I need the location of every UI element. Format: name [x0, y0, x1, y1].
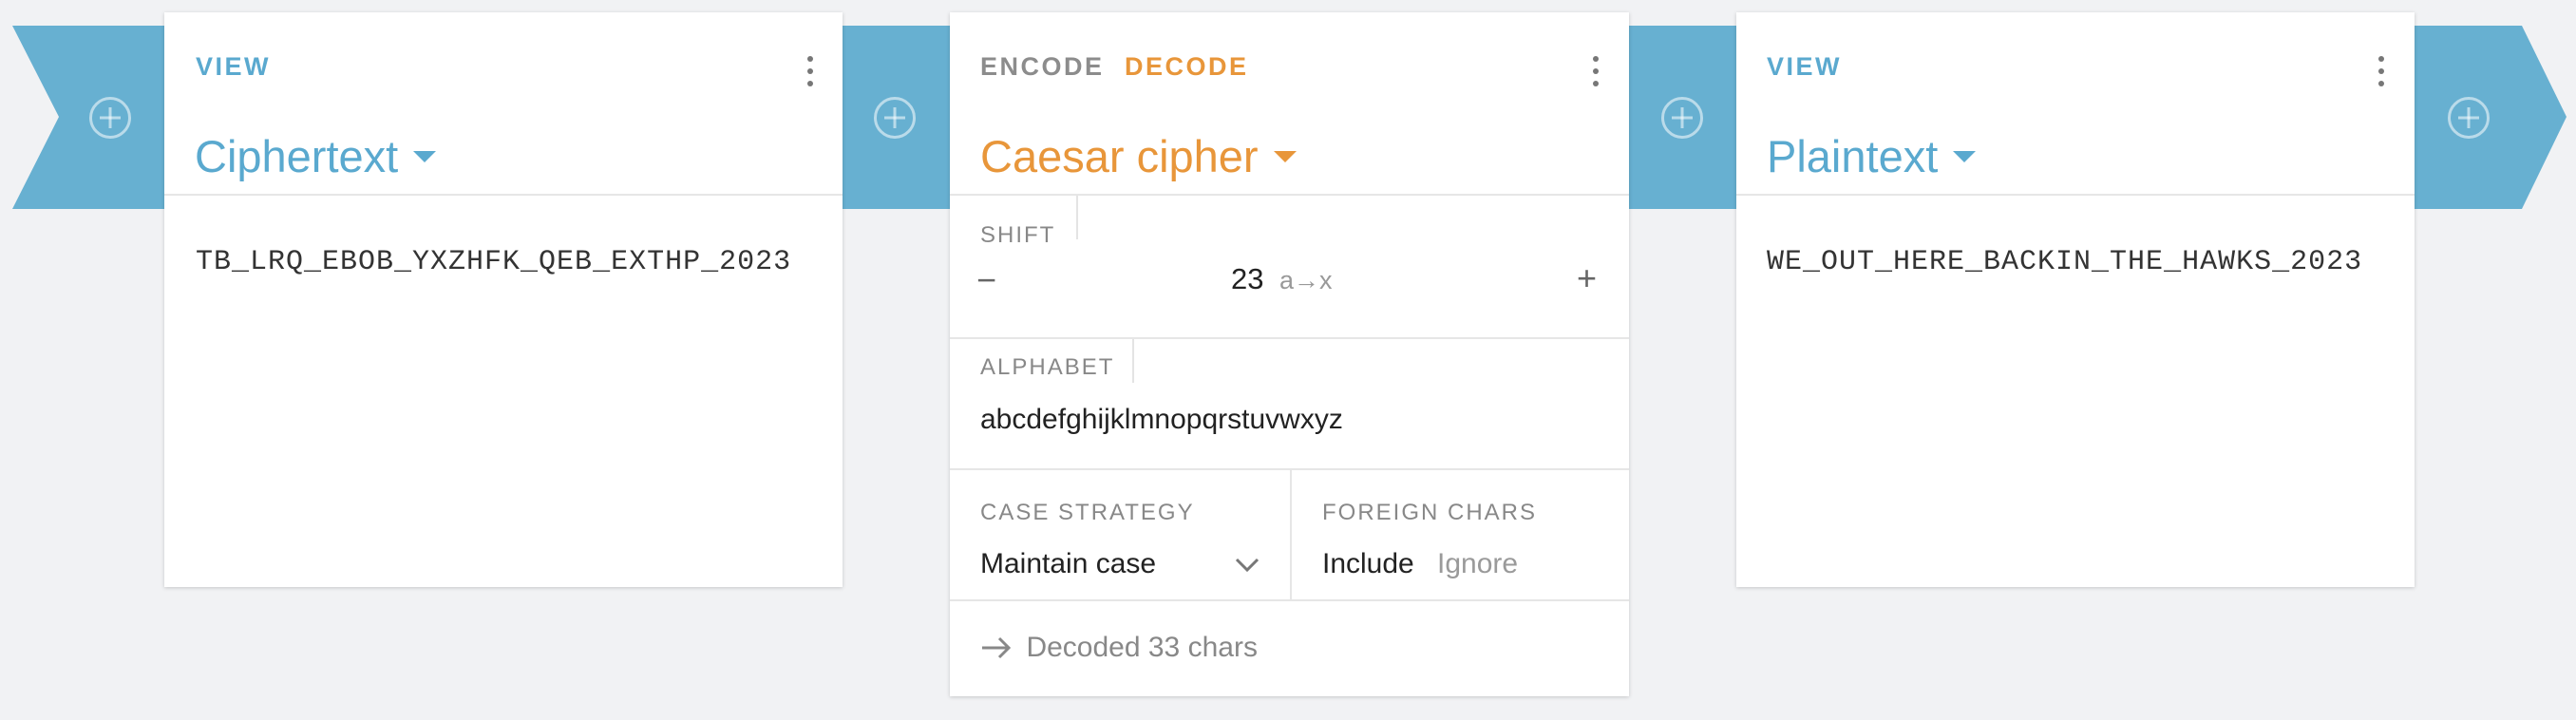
- case-strategy-setting: CASE STRATEGY Maintain case: [950, 470, 1292, 599]
- plaintext-content[interactable]: WE_OUT_HERE_BACKIN_THE_HAWKS_2023: [1767, 246, 2362, 278]
- cipher-type-label: Caesar cipher: [980, 131, 1259, 181]
- divider: [950, 599, 1629, 601]
- case-strategy-value: Maintain case: [980, 548, 1157, 579]
- shift-value: 23: [1231, 262, 1264, 295]
- label-divider: [1132, 339, 1134, 383]
- add-operation-icon[interactable]: [1661, 97, 1703, 139]
- shift-value-input[interactable]: 23 a→x: [1231, 262, 1332, 296]
- status-bar: Decoded 33 chars: [980, 632, 1258, 664]
- card-header: VIEW Plaintext: [1736, 12, 2415, 196]
- shift-label: SHIFT: [980, 222, 1056, 248]
- caret-down-icon: [413, 150, 437, 162]
- pipe-start: [12, 26, 166, 209]
- shift-mapping: a→x: [1279, 266, 1333, 294]
- case-strategy-select[interactable]: Maintain case: [980, 548, 1265, 586]
- plaintext-view-card: VIEW Plaintext WE_OUT_HERE_BACKIN_THE_HA…: [1736, 12, 2415, 587]
- foreign-chars-include-option[interactable]: Include: [1322, 548, 1414, 580]
- case-strategy-label: CASE STRATEGY: [980, 500, 1195, 525]
- ciphertext-content[interactable]: TB_LRQ_EBOB_YXZHFK_QEB_EXTHP_2023: [196, 246, 791, 278]
- view-type-dropdown[interactable]: Plaintext: [1767, 130, 1977, 182]
- caesar-cipher-card: ENCODE DECODE Caesar cipher SHIFT − 23 a…: [950, 12, 1629, 696]
- card-header: ENCODE DECODE Caesar cipher: [950, 12, 1629, 196]
- shift-increment-button[interactable]: +: [1577, 258, 1597, 298]
- add-operation-icon[interactable]: [874, 97, 916, 139]
- encode-mode-button[interactable]: ENCODE: [980, 52, 1105, 82]
- alphabet-input[interactable]: abcdefghijklmnopqrstuvwxyz: [980, 404, 1343, 436]
- cipher-type-dropdown[interactable]: Caesar cipher: [980, 130, 1297, 182]
- view-type-label: Plaintext: [1767, 131, 1939, 181]
- arrow-right-icon: [982, 636, 1012, 659]
- more-vertical-icon[interactable]: [1593, 56, 1599, 86]
- status-text: Decoded 33 chars: [1026, 632, 1258, 663]
- foreign-chars-setting: FOREIGN CHARS Include Ignore: [1292, 470, 1629, 599]
- label-divider: [1076, 196, 1078, 239]
- more-vertical-icon[interactable]: [2378, 56, 2384, 86]
- shift-setting: SHIFT − 23 a→x +: [950, 196, 1629, 326]
- card-header: VIEW Ciphertext: [164, 12, 843, 196]
- foreign-chars-label: FOREIGN CHARS: [1322, 500, 1538, 525]
- caret-down-icon: [1273, 150, 1297, 162]
- add-operation-icon[interactable]: [2448, 97, 2490, 139]
- more-vertical-icon[interactable]: [807, 56, 813, 86]
- ciphertext-view-card: VIEW Ciphertext TB_LRQ_EBOB_YXZHFK_QEB_E…: [164, 12, 843, 587]
- view-mode-label: VIEW: [196, 52, 272, 81]
- add-operation-icon[interactable]: [89, 97, 131, 139]
- view-mode-label: VIEW: [1767, 52, 1843, 81]
- alphabet-setting: ALPHABET abcdefghijklmnopqrstuvwxyz: [950, 339, 1629, 468]
- alphabet-label: ALPHABET: [980, 354, 1115, 380]
- caret-down-icon: [1953, 150, 1977, 162]
- decode-mode-button[interactable]: DECODE: [1125, 52, 1249, 82]
- shift-decrement-button[interactable]: −: [976, 260, 996, 300]
- view-type-dropdown[interactable]: Ciphertext: [195, 130, 437, 182]
- pipe-end: [2403, 26, 2567, 209]
- view-type-label: Ciphertext: [195, 131, 399, 181]
- foreign-chars-ignore-option[interactable]: Ignore: [1437, 548, 1518, 580]
- chevron-down-icon: [1235, 558, 1260, 573]
